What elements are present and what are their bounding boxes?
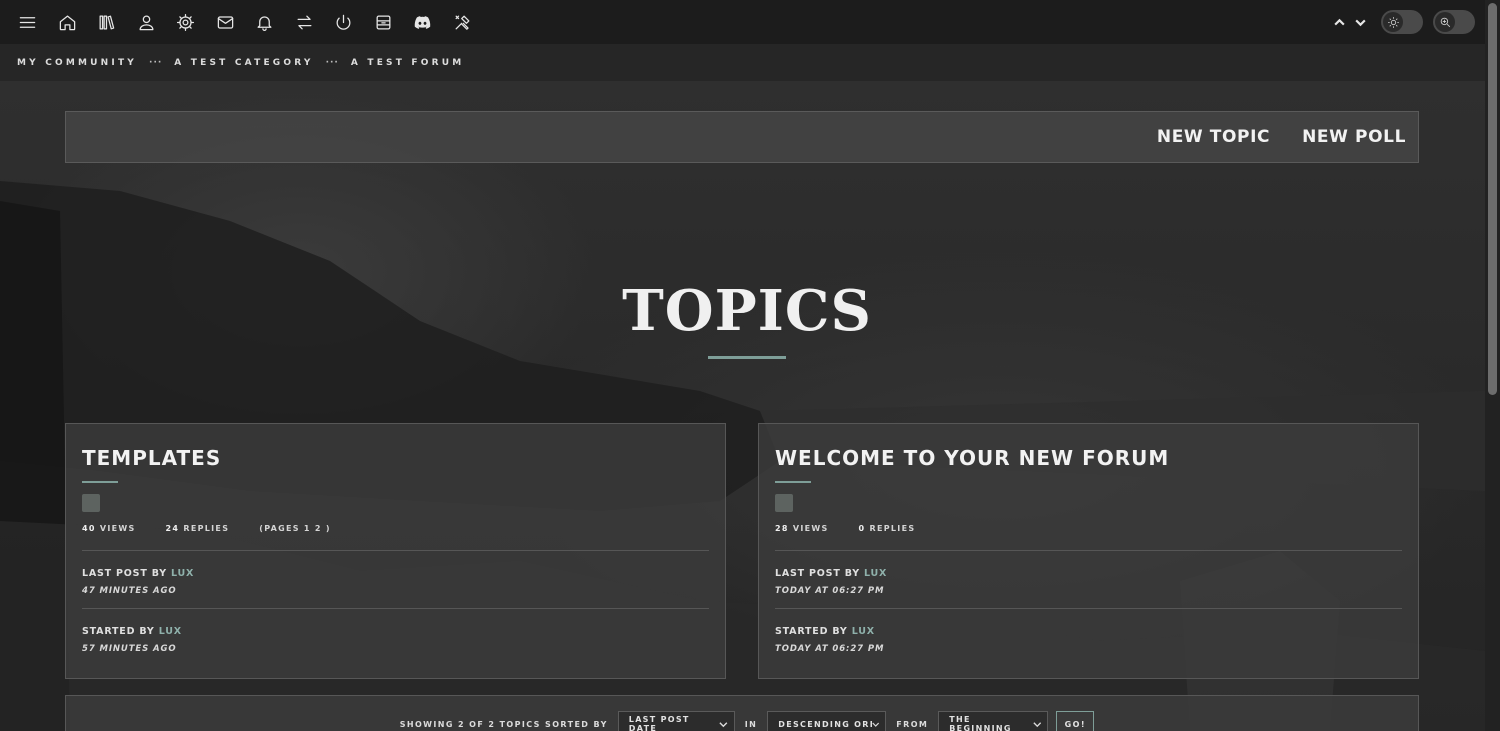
topic-stats: 40 VIEWS 24 REPLIES (PAGES 1 2 ) (82, 524, 709, 533)
last-post-label: LAST POST BY (775, 568, 860, 579)
last-post-info: LAST POST BY LUX (775, 568, 1402, 579)
replies-count: 24 (165, 524, 180, 533)
last-post-user-link[interactable]: LUX (864, 568, 887, 579)
user-icon[interactable] (127, 0, 167, 44)
from-label: FROM (896, 719, 929, 729)
sun-icon (1383, 12, 1403, 32)
home-icon[interactable] (48, 0, 88, 44)
started-by-label: STARTED BY (82, 626, 155, 637)
chevron-down-icon[interactable] (1350, 0, 1371, 44)
topic-title-underline (775, 481, 811, 483)
sort-by-value: LAST POST DATE (628, 715, 690, 731)
started-time: TODAY AT 06:27 PM (775, 644, 885, 654)
started-by-info: STARTED BY LUX (82, 626, 709, 637)
zoom-icon (1435, 12, 1455, 32)
page-title: TOPICS (622, 278, 872, 344)
bell-icon[interactable] (245, 0, 285, 44)
started-by-label: STARTED BY (775, 626, 848, 637)
breadcrumb-item-forum[interactable]: A TEST FORUM (351, 58, 465, 68)
swap-icon[interactable] (285, 0, 325, 44)
topic-title[interactable]: TEMPLATES (82, 446, 709, 470)
title-underline (708, 356, 786, 359)
new-poll-button[interactable]: NEW POLL (1302, 127, 1406, 147)
order-select[interactable]: DESCENDING ORDER (767, 711, 887, 731)
views-stat: 28 VIEWS (775, 524, 829, 533)
from-value: THE BEGINNING (949, 715, 1012, 731)
nav-right-controls (1329, 0, 1475, 44)
topic-title[interactable]: WELCOME TO YOUR NEW FORUM (775, 446, 1402, 470)
topic-icon (775, 494, 793, 512)
theme-toggle[interactable] (1381, 10, 1423, 34)
views-label: VIEWS (792, 524, 829, 533)
archive-icon[interactable] (364, 0, 404, 44)
views-stat: 40 VIEWS (82, 524, 136, 533)
from-select[interactable]: THE BEGINNING (938, 711, 1049, 731)
breadcrumb-item-category[interactable]: A TEST CATEGORY (174, 58, 313, 68)
nav-icon-group (8, 0, 482, 44)
topic-title-underline (82, 481, 118, 483)
sort-bar: SHOWING 2 OF 2 TOPICS SORTED BY LAST POS… (65, 695, 1419, 731)
divider (82, 608, 709, 609)
in-label: IN (744, 719, 758, 729)
views-count: 28 (775, 524, 789, 533)
last-post-label: LAST POST BY (82, 568, 167, 579)
divider (775, 608, 1402, 609)
started-by-info: STARTED BY LUX (775, 626, 1402, 637)
breadcrumb: MY COMMUNITY ··· A TEST CATEGORY ··· A T… (0, 44, 1485, 81)
divider (82, 550, 709, 551)
go-button[interactable]: GO! (1056, 711, 1095, 731)
topic-pages-link[interactable]: (PAGES 1 2 ) (259, 524, 331, 533)
topic-icon (82, 494, 100, 512)
forum-action-bar: NEW TOPIC NEW POLL (65, 111, 1419, 163)
replies-stat: 24 REPLIES (166, 524, 230, 533)
last-post-user-link[interactable]: LUX (171, 568, 194, 579)
views-count: 40 (82, 524, 96, 533)
order-value: DESCENDING ORDER (778, 719, 872, 729)
tools-icon[interactable] (443, 0, 483, 44)
power-icon[interactable] (324, 0, 364, 44)
replies-label: REPLIES (869, 524, 916, 533)
replies-label: REPLIES (183, 524, 230, 533)
last-post-time: TODAY AT 06:27 PM (775, 586, 885, 596)
discord-icon[interactable] (403, 0, 443, 44)
gear-icon[interactable] (166, 0, 206, 44)
chevron-down-icon (872, 722, 879, 727)
chevron-down-icon (719, 721, 728, 727)
started-by-user-link[interactable]: LUX (852, 626, 875, 637)
replies-stat: 0 REPLIES (859, 524, 916, 533)
started-time: 57 MINUTES AGO (82, 644, 177, 654)
zoom-toggle[interactable] (1433, 10, 1475, 34)
showing-label: SHOWING 2 OF 2 TOPICS SORTED BY (399, 719, 608, 729)
views-label: VIEWS (99, 524, 136, 533)
started-by-user-link[interactable]: LUX (159, 626, 182, 637)
scrollbar-thumb[interactable] (1488, 3, 1497, 395)
breadcrumb-separator: ··· (325, 57, 339, 68)
breadcrumb-separator: ··· (149, 57, 163, 68)
menu-icon[interactable] (8, 0, 48, 44)
breadcrumb-item-community[interactable]: MY COMMUNITY (17, 58, 137, 68)
chevron-up-icon[interactable] (1329, 0, 1350, 44)
top-navigation-bar (0, 0, 1485, 44)
topic-stats: 28 VIEWS 0 REPLIES (775, 524, 1402, 533)
new-topic-button[interactable]: NEW TOPIC (1157, 127, 1270, 147)
last-post-info: LAST POST BY LUX (82, 568, 709, 579)
topic-card: TEMPLATES 40 VIEWS 24 REPLIES (PAGES 1 2… (65, 423, 726, 679)
mail-icon[interactable] (206, 0, 246, 44)
replies-count: 0 (858, 524, 866, 533)
chevron-down-icon (1033, 721, 1041, 727)
sort-by-select[interactable]: LAST POST DATE (617, 711, 735, 731)
library-icon[interactable] (87, 0, 127, 44)
topic-card: WELCOME TO YOUR NEW FORUM 28 VIEWS 0 REP… (758, 423, 1419, 679)
last-post-time: 47 MINUTES AGO (82, 586, 177, 596)
scrollbar-track[interactable] (1485, 0, 1500, 731)
divider (775, 550, 1402, 551)
